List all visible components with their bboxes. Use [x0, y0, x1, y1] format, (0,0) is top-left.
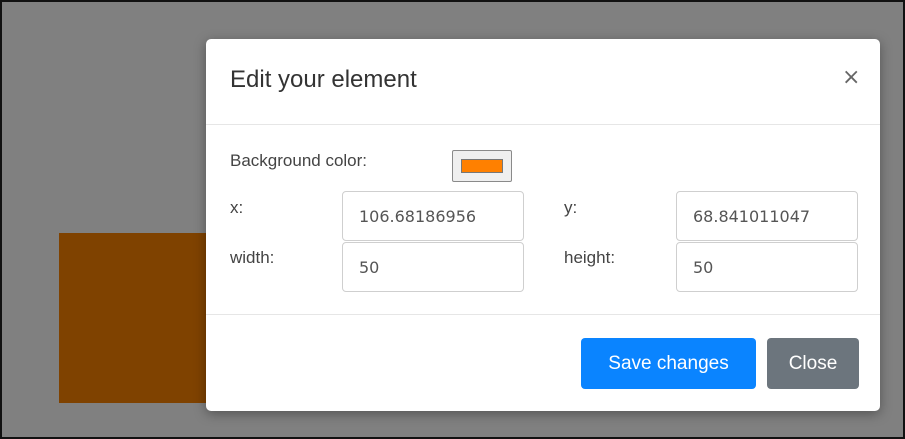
height-label: height:	[564, 248, 616, 267]
selected-element[interactable]	[59, 233, 219, 403]
edit-element-modal: Edit your element × Background color: x:…	[206, 39, 880, 411]
height-input[interactable]	[676, 242, 858, 292]
app-frame: Edit your element × Background color: x:…	[0, 0, 905, 439]
color-swatch	[461, 159, 503, 173]
modal-footer: Save changes Close	[206, 314, 880, 411]
width-input[interactable]	[342, 242, 524, 292]
x-label: x:	[230, 198, 244, 217]
modal-title: Edit your element	[230, 66, 417, 93]
modal-body: Background color: x: y: width: height:	[206, 125, 880, 314]
background-color-label: Background color:	[230, 151, 368, 170]
save-changes-button[interactable]: Save changes	[581, 338, 756, 389]
width-label: width:	[230, 248, 275, 267]
modal-header: Edit your element ×	[206, 39, 880, 125]
close-icon[interactable]: ×	[842, 67, 860, 89]
y-input[interactable]	[676, 191, 858, 241]
x-input[interactable]	[342, 191, 524, 241]
background-color-picker[interactable]	[452, 150, 512, 182]
close-button[interactable]: Close	[767, 338, 859, 389]
y-label: y:	[564, 198, 578, 217]
